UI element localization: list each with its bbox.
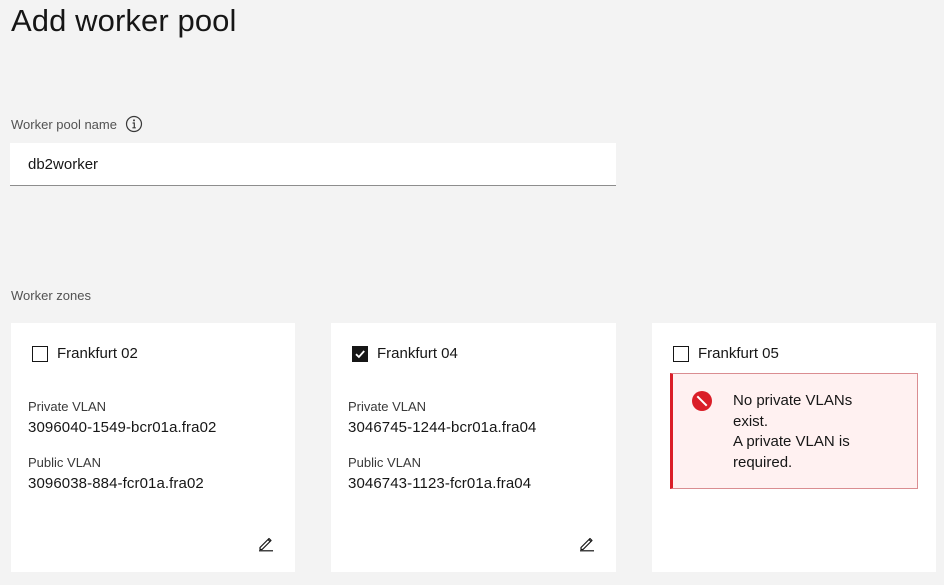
- zone-card-frankfurt-04: Frankfurt 04 Private VLAN 3046745-1244-b…: [331, 323, 616, 572]
- worker-zones-label: Worker zones: [11, 288, 91, 303]
- zone-checkbox-frankfurt-02[interactable]: [32, 345, 48, 362]
- zone-header: Frankfurt 02: [32, 345, 138, 362]
- worker-pool-name-input[interactable]: [10, 143, 616, 186]
- zone-header: Frankfurt 04: [352, 345, 458, 362]
- public-vlan-label: Public VLAN: [28, 455, 101, 470]
- private-vlan-section: Private VLAN 3096040-1549-bcr01a.fra02: [28, 399, 216, 437]
- zone-name: Frankfurt 05: [698, 345, 779, 362]
- worker-pool-name-label-row: Worker pool name: [11, 115, 143, 133]
- info-icon[interactable]: [125, 115, 143, 133]
- zone-card-frankfurt-02: Frankfurt 02 Private VLAN 3096040-1549-b…: [11, 323, 295, 572]
- pencil-icon: [259, 537, 273, 552]
- private-vlan-section: Private VLAN 3046745-1244-bcr01a.fra04: [348, 399, 536, 437]
- error-message-line: required.: [733, 453, 793, 471]
- worker-pool-name-label: Worker pool name: [11, 116, 117, 132]
- zone-card-frankfurt-05: Frankfurt 05 No private VLANs exist. A p…: [652, 323, 936, 572]
- error-message-line: No private VLANs: [733, 392, 853, 409]
- zone-name: Frankfurt 02: [57, 345, 138, 362]
- error-icon: [692, 391, 712, 411]
- error-message-line: A private VLAN is: [733, 433, 850, 450]
- private-vlan-value: 3096040-1549-bcr01a.fra02: [28, 419, 217, 436]
- zone-header: Frankfurt 05: [673, 345, 779, 362]
- public-vlan-label: Public VLAN: [348, 455, 421, 470]
- public-vlan-value: 3096038-884-fcr01a.fra02: [28, 475, 204, 492]
- zone-name: Frankfurt 04: [377, 345, 458, 362]
- public-vlan-section: Public VLAN 3096038-884-fcr01a.fra02: [28, 455, 204, 493]
- pencil-icon: [580, 537, 594, 552]
- page-title: Add worker pool: [11, 3, 237, 38]
- public-vlan-section: Public VLAN 3046743-1123-fcr01a.fra04: [348, 455, 531, 493]
- error-message-line: exist.: [733, 412, 769, 430]
- error-message: No private VLANs exist. A private VLAN i…: [733, 391, 903, 473]
- public-vlan-value: 3046743-1123-fcr01a.fra04: [348, 475, 532, 492]
- edit-vlan-button[interactable]: [257, 534, 275, 552]
- zone-checkbox-frankfurt-05[interactable]: [673, 345, 689, 362]
- private-vlan-label: Private VLAN: [348, 399, 427, 414]
- edit-vlan-button[interactable]: [578, 534, 596, 552]
- private-vlan-value: 3046745-1244-bcr01a.fra04: [348, 419, 537, 436]
- zone-checkbox-frankfurt-04[interactable]: [352, 345, 368, 362]
- checkmark-icon: [355, 349, 365, 358]
- private-vlan-label: Private VLAN: [28, 399, 107, 414]
- error-notification: No private VLANs exist. A private VLAN i…: [670, 373, 918, 489]
